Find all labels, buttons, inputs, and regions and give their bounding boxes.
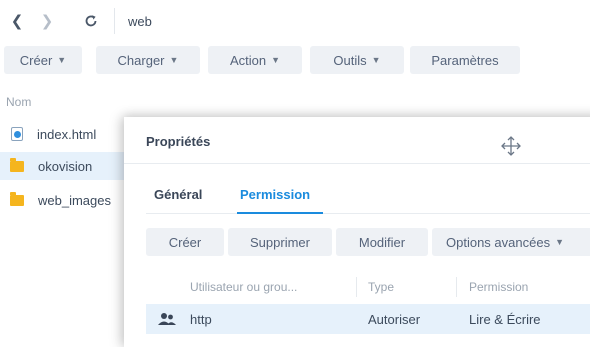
advanced-options-button[interactable]: Options avancées ▼ (432, 228, 590, 256)
create-permission-button[interactable]: Créer (146, 228, 224, 256)
chevron-right-icon: ❯ (40, 13, 54, 30)
column-divider (356, 277, 357, 297)
back-button[interactable]: ❮ (4, 8, 30, 34)
tools-menu-button[interactable]: Outils ▼ (310, 46, 404, 74)
user-cell: http (190, 312, 212, 327)
delete-permission-label: Supprimer (250, 234, 310, 250)
tab-permission[interactable]: Permission (240, 187, 310, 202)
file-name: okovision (38, 158, 93, 174)
html-file-icon (11, 127, 23, 141)
settings-label: Paramètres (431, 52, 499, 68)
upload-label: Charger (117, 52, 165, 68)
column-header-name[interactable]: Nom (6, 95, 31, 109)
refresh-button[interactable] (78, 8, 104, 34)
upload-menu-button[interactable]: Charger ▼ (96, 46, 200, 74)
caret-down-icon: ▼ (57, 55, 67, 65)
type-cell: Autoriser (368, 312, 421, 327)
dialog-title[interactable]: Propriétés (146, 134, 210, 149)
folder-icon (10, 157, 24, 172)
create-menu-button[interactable]: Créer ▼ (4, 46, 82, 74)
column-header-permission[interactable]: Permission (469, 280, 528, 294)
caret-down-icon: ▼ (169, 55, 179, 65)
file-row-okovision[interactable]: okovision (0, 152, 130, 180)
caret-down-icon: ▼ (271, 55, 281, 65)
edit-permission-button[interactable]: Modifier (336, 228, 428, 256)
settings-button[interactable]: Paramètres (410, 46, 520, 74)
properties-dialog: Propriétés Général Permission Créer Supp… (124, 117, 590, 347)
chevron-left-icon: ❮ (10, 13, 24, 30)
edit-permission-label: Modifier (358, 234, 406, 250)
action-menu-button[interactable]: Action ▼ (208, 46, 302, 74)
advanced-options-label: Options avancées (446, 234, 551, 250)
permission-cell: Lire & Écrire (469, 312, 541, 327)
file-row-web-images[interactable]: web_images (0, 186, 130, 214)
delete-permission-button[interactable]: Supprimer (228, 228, 332, 256)
caret-down-icon: ▼ (371, 55, 381, 65)
refresh-icon (85, 15, 97, 27)
title-divider (124, 163, 590, 164)
forward-button[interactable]: ❯ (34, 8, 60, 34)
users-icon (158, 313, 176, 325)
create-permission-label: Créer (168, 234, 202, 250)
move-icon[interactable] (500, 135, 522, 157)
tabs-divider (146, 213, 590, 214)
tools-label: Outils (333, 52, 367, 68)
caret-down-icon: ▼ (555, 237, 564, 247)
file-row-index-html[interactable]: index.html (0, 120, 130, 148)
column-header-type[interactable]: Type (368, 280, 394, 294)
create-label: Créer (19, 52, 53, 68)
path-text: web (128, 13, 152, 29)
file-name: web_images (38, 192, 111, 208)
column-divider (456, 277, 457, 297)
column-header-user[interactable]: Utilisateur ou grou... (190, 280, 297, 294)
tab-general[interactable]: Général (154, 187, 202, 202)
folder-icon (10, 191, 24, 206)
active-tab-indicator (237, 212, 323, 214)
path-input[interactable]: web (114, 8, 590, 34)
file-name: index.html (37, 126, 97, 142)
action-label: Action (229, 52, 267, 68)
